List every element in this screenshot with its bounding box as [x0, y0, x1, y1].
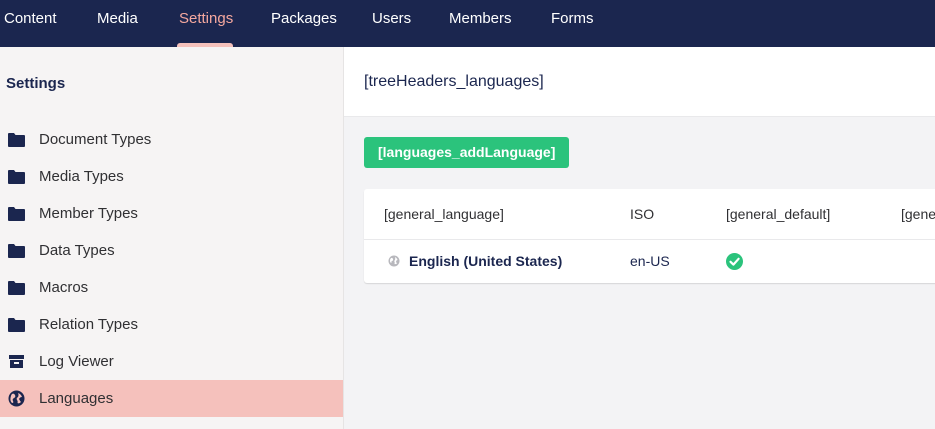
page-title: [treeHeaders_languages]	[364, 73, 544, 90]
sidebar-item-document-types[interactable]: Document Types	[0, 121, 343, 158]
folder-icon	[8, 133, 25, 147]
top-navigation: Content Media Settings Packages Users Me…	[0, 0, 935, 47]
sidebar-item-label: Document Types	[39, 131, 152, 148]
nav-item-content[interactable]: Content	[4, 0, 57, 47]
folder-icon	[8, 318, 25, 332]
sidebar-item-label: Log Viewer	[39, 353, 114, 370]
sidebar-item-media-types[interactable]: Media Types	[0, 158, 343, 195]
sidebar-item-label: Relation Types	[39, 316, 138, 333]
folder-icon	[8, 207, 25, 221]
nav-item-users[interactable]: Users	[372, 0, 411, 47]
archive-icon	[9, 355, 24, 368]
sidebar-item-label: Media Types	[39, 168, 124, 185]
main-content: [treeHeaders_languages] [languages_addLa…	[344, 47, 935, 429]
globe-icon	[388, 255, 400, 267]
folder-icon	[8, 170, 25, 184]
sidebar-item-languages[interactable]: Languages	[0, 380, 343, 417]
sidebar-item-member-types[interactable]: Member Types	[0, 195, 343, 232]
nav-item-settings[interactable]: Settings	[179, 0, 233, 47]
sidebar-item-label: Member Types	[39, 205, 138, 222]
language-name[interactable]: English (United States)	[409, 240, 562, 283]
column-header-iso[interactable]: ISO	[630, 189, 654, 239]
nav-item-packages[interactable]: Packages	[271, 0, 337, 47]
sidebar-item-label: Macros	[39, 279, 89, 296]
add-language-button[interactable]: [languages_addLanguage]	[364, 137, 570, 168]
nav-item-members[interactable]: Members	[449, 0, 512, 47]
folder-icon	[8, 281, 25, 295]
column-header-language[interactable]: [general_language]	[384, 189, 504, 239]
language-iso: en-US	[630, 253, 670, 269]
sidebar-title: Settings	[6, 75, 66, 92]
sidebar-item-log-viewer[interactable]: Log Viewer	[0, 343, 343, 380]
nav-item-forms[interactable]: Forms	[551, 0, 594, 47]
page-header: [treeHeaders_languages]	[344, 47, 935, 117]
check-circle-icon	[726, 253, 743, 270]
globe-icon	[8, 390, 25, 407]
folder-icon	[8, 244, 25, 258]
languages-table: [general_language] ISO [general_default]…	[364, 189, 935, 283]
column-header-mandatory[interactable]: [general_mandatory]	[901, 189, 935, 239]
sidebar-item-relation-types[interactable]: Relation Types	[0, 306, 343, 343]
sidebar-item-macros[interactable]: Macros	[0, 269, 343, 306]
nav-item-media[interactable]: Media	[97, 0, 138, 47]
sidebar-item-data-types[interactable]: Data Types	[0, 232, 343, 269]
sidebar: Settings Document Types Media Types Memb…	[0, 47, 344, 429]
column-header-default[interactable]: [general_default]	[726, 189, 830, 239]
sidebar-item-label: Data Types	[39, 242, 115, 259]
sidebar-item-label: Languages	[39, 390, 114, 407]
